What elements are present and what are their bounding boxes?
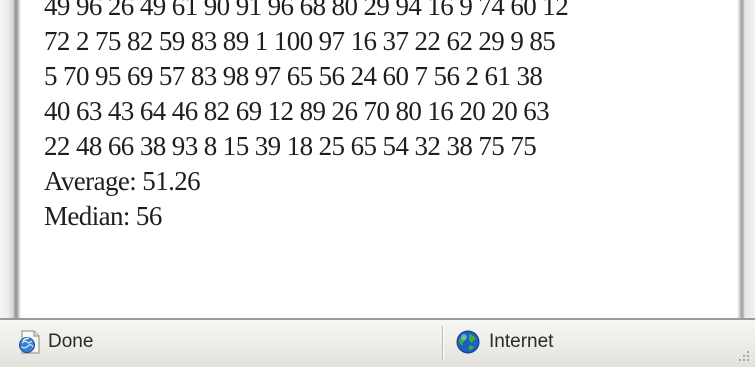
average-line: Average: 51.26 bbox=[44, 166, 201, 196]
right-window-frame bbox=[737, 0, 755, 320]
number-line-2: 72 2 75 82 59 83 89 1 100 97 16 37 22 62… bbox=[44, 26, 556, 56]
status-bar: Done Internet bbox=[0, 320, 755, 367]
left-window-frame bbox=[0, 0, 22, 320]
number-line-1: 49 96 26 49 61 90 91 96 68 80 29 94 16 9… bbox=[44, 0, 569, 21]
median-line: Median: 56 bbox=[44, 201, 162, 231]
security-zone-pane[interactable]: Internet bbox=[455, 322, 735, 362]
page-content: 49 96 26 49 61 90 91 96 68 80 29 94 16 9… bbox=[22, 0, 737, 318]
page-done-icon bbox=[19, 330, 40, 354]
number-line-3: 5 70 95 69 57 83 98 97 65 56 24 60 7 56 … bbox=[44, 61, 543, 91]
page-text: 49 96 26 49 61 90 91 96 68 80 29 94 16 9… bbox=[44, 0, 569, 234]
status-pane: Done bbox=[16, 322, 436, 362]
status-text: Done bbox=[48, 331, 94, 352]
browser-window: 49 96 26 49 61 90 91 96 68 80 29 94 16 9… bbox=[0, 0, 755, 367]
statusbar-divider bbox=[442, 326, 444, 360]
zone-text: Internet bbox=[489, 331, 554, 352]
resize-grip-icon[interactable] bbox=[737, 349, 751, 363]
number-line-4: 40 63 43 64 46 82 69 12 89 26 70 80 16 2… bbox=[44, 96, 550, 126]
globe-icon bbox=[456, 330, 480, 354]
number-line-5: 22 48 66 38 93 8 15 39 18 25 65 54 32 38… bbox=[44, 131, 537, 161]
